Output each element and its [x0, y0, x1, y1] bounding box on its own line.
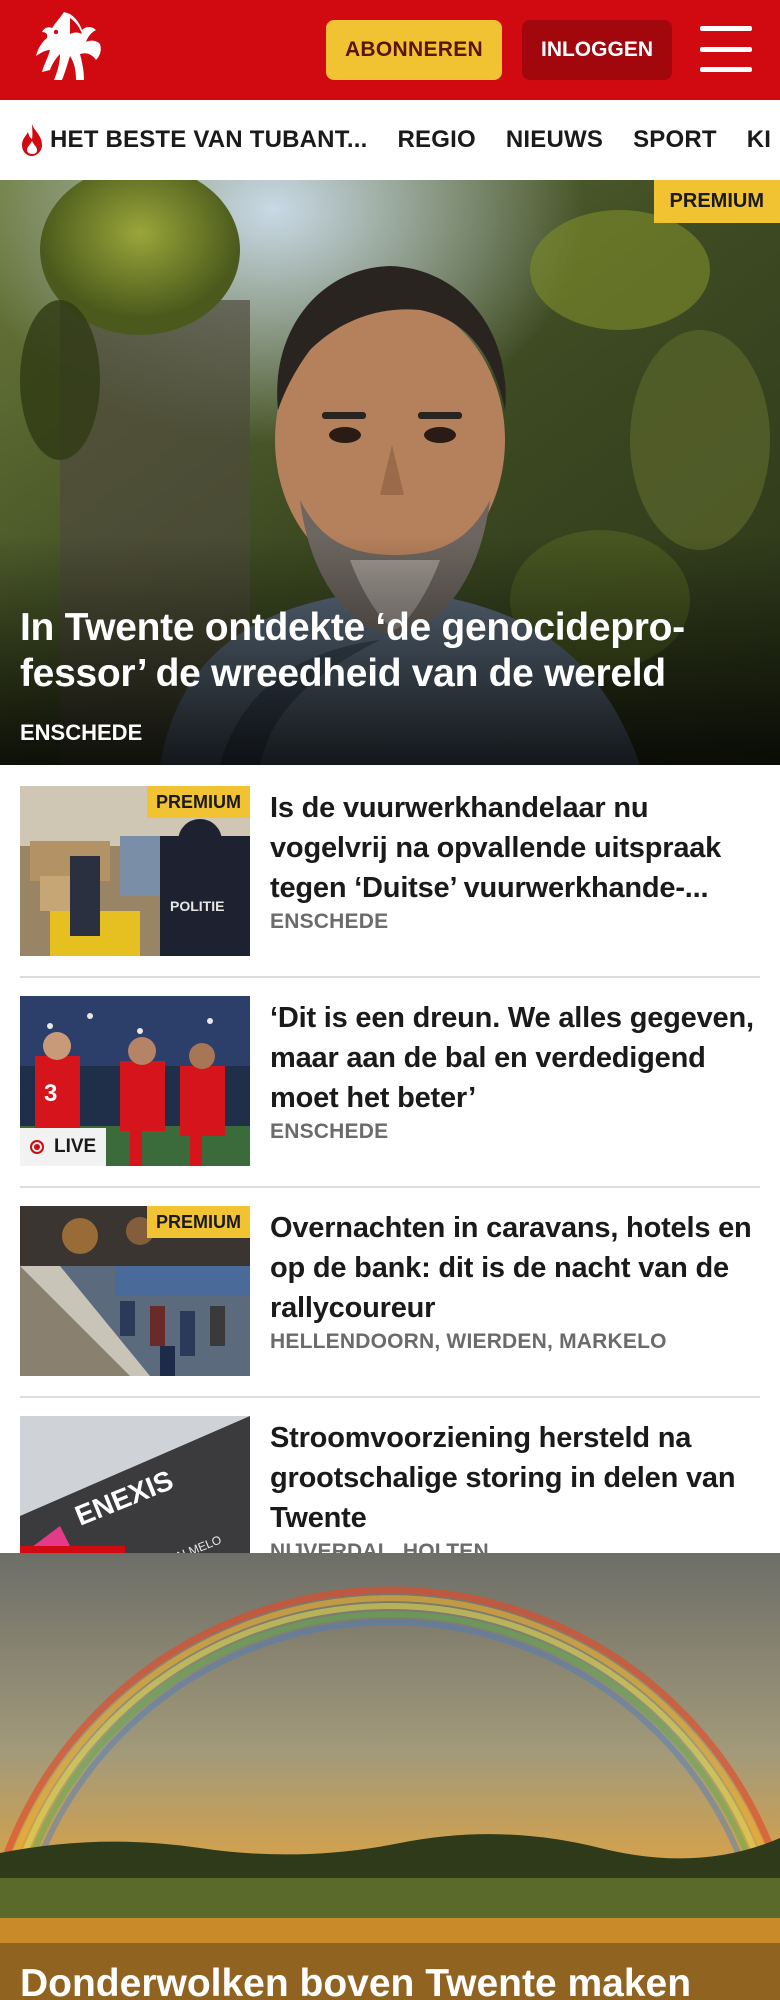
live-badge: LIVE — [20, 1128, 107, 1166]
article-location: HELLENDOORN, WIERDEN, MARKELO — [270, 1330, 667, 1353]
list-item[interactable]: 3 LIVE ‘Dit is een dreun. We alles gegev… — [20, 996, 760, 1188]
hero-title[interactable]: In Twente ontdekte ‘de genocidepro­fesso… — [20, 605, 760, 697]
nav-item-sport[interactable]: SPORT — [633, 126, 717, 154]
featured-article[interactable]: Donderwolken boven Twente maken — [0, 1553, 780, 2000]
flame-icon — [22, 124, 42, 156]
section-nav: HET BESTE VAN TUBANT... REGIO NIEUWS SPO… — [0, 100, 780, 180]
article-location: ENSCHEDE — [270, 910, 389, 933]
site-header: ABONNEREN INLOGGEN — [0, 0, 780, 100]
nav-item-nieuws[interactable]: NIEUWS — [506, 126, 603, 154]
article-title[interactable]: Stroomvoorziening hersteld na grootschal… — [270, 1418, 760, 1538]
featured-title[interactable]: Donderwolken boven Twente maken — [20, 1961, 780, 2000]
nav-item-label: HET BESTE VAN TUBANT... — [50, 126, 368, 153]
tubantia-logo-icon[interactable] — [30, 6, 110, 94]
svg-text:POLITIE: POLITIE — [170, 898, 224, 914]
article-title[interactable]: ‘Dit is een dreun. We alles gegeven, maa… — [270, 998, 760, 1118]
login-button[interactable]: INLOGGEN — [522, 20, 672, 80]
article-thumbnail: POLITIE PREMIUM — [20, 786, 250, 956]
article-title[interactable]: Is de vuurwerkhandelaar nu vogelvrij na … — [270, 788, 760, 908]
hero-location: ENSCHEDE — [20, 720, 143, 745]
article-location: ENSCHEDE — [270, 1120, 389, 1143]
live-dot-icon — [30, 1140, 44, 1154]
rainbow-image — [0, 1553, 780, 2000]
article-thumbnail: 3 LIVE — [20, 996, 250, 1166]
list-item[interactable]: POLITIE PREMIUM Is de vuurwerkhandelaar … — [20, 786, 760, 978]
article-list: POLITIE PREMIUM Is de vuurwerkhandelaar … — [20, 786, 760, 1608]
article-title[interactable]: Overnachten in caravans, hotels en op de… — [270, 1208, 760, 1328]
nav-item-regio[interactable]: REGIO — [398, 126, 476, 154]
article-thumbnail: PREMIUM — [20, 1206, 250, 1376]
subscribe-button[interactable]: ABONNEREN — [326, 20, 502, 80]
hamburger-menu-icon[interactable] — [700, 26, 752, 72]
nav-item-best-of-tubantia[interactable]: HET BESTE VAN TUBANT... — [18, 123, 368, 157]
premium-badge: PREMIUM — [653, 180, 780, 223]
nav-item-ki[interactable]: KI — [747, 126, 771, 154]
list-item[interactable]: PREMIUM Overnachten in caravans, hotels … — [20, 1206, 760, 1398]
premium-badge: PREMIUM — [147, 1206, 250, 1238]
hero-article[interactable]: PREMIUM In Twente ontdekte ‘de genocidep… — [0, 180, 780, 765]
svg-text:3: 3 — [44, 1080, 57, 1107]
premium-badge: PREMIUM — [147, 786, 250, 818]
live-label: LIVE — [54, 1136, 97, 1157]
